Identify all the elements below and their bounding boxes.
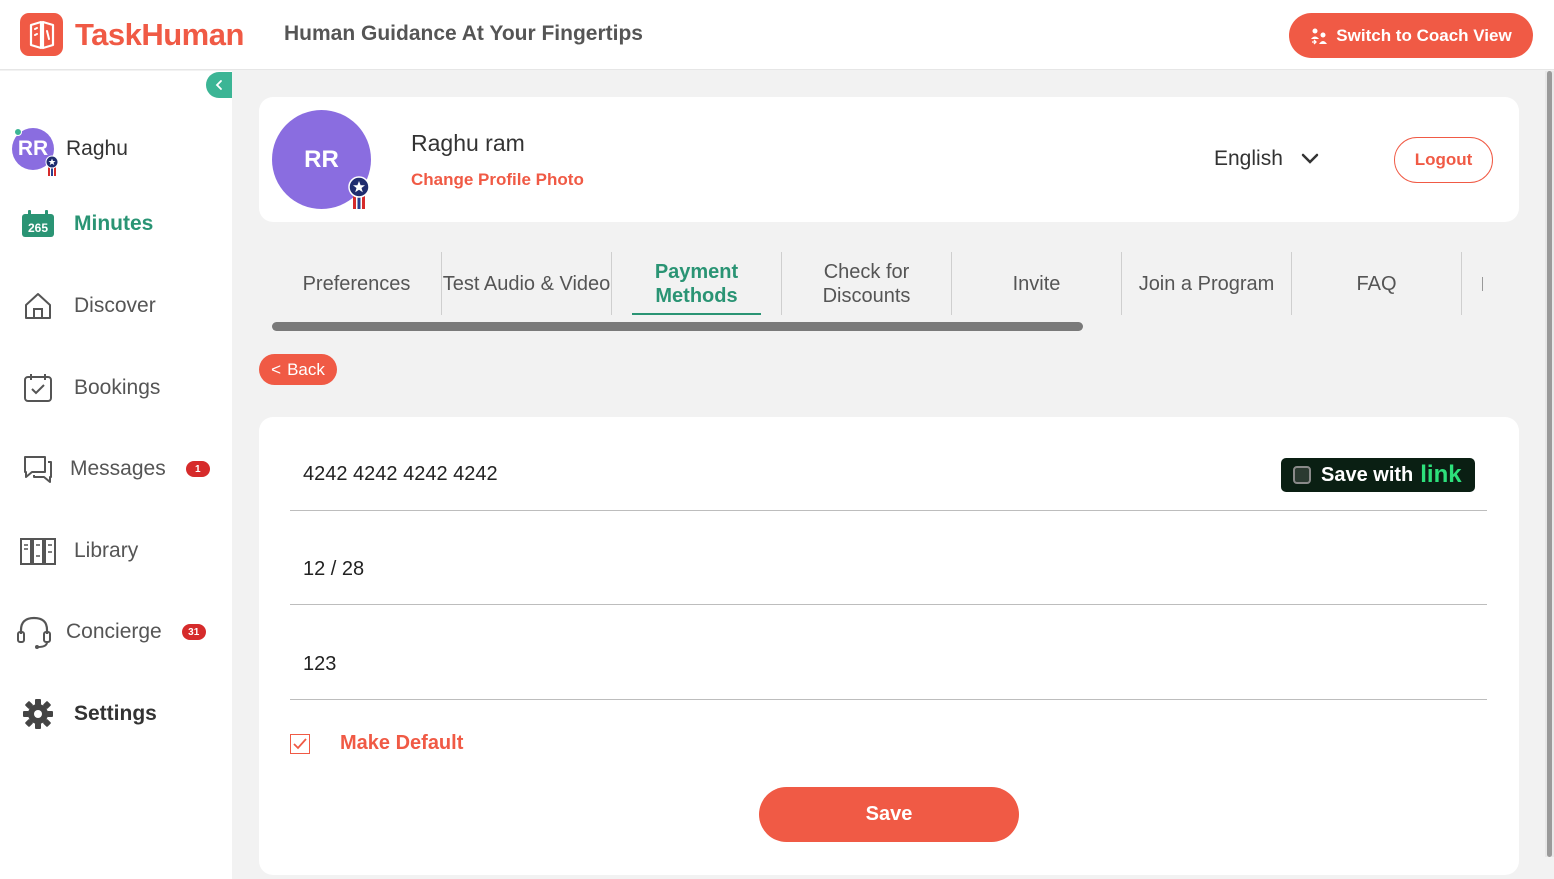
home-icon — [18, 289, 58, 323]
sidebar-item-minutes-label: Minutes — [74, 212, 154, 235]
sidebar-user-name: Raghu — [66, 137, 128, 160]
switch-to-coach-view-label: Switch to Coach View — [1336, 25, 1512, 45]
ribbon-badge-icon — [348, 176, 370, 209]
sidebar-item-minutes[interactable]: 265 Minutes — [18, 207, 153, 241]
back-button[interactable]: < Back — [259, 354, 337, 385]
sidebar-item-library[interactable]: Library — [18, 534, 138, 568]
tab-overflow-stub — [1462, 252, 1502, 315]
chevron-down-icon — [1301, 153, 1319, 164]
sidebar-item-discover-label: Discover — [74, 294, 156, 317]
sidebar-item-bookings-label: Bookings — [74, 376, 161, 399]
brand-name: TaskHuman — [75, 16, 244, 52]
minutes-calendar-icon: 265 — [18, 207, 58, 241]
sidebar-item-settings[interactable]: Settings — [18, 697, 157, 731]
profile-avatar-initials: RR — [304, 145, 339, 173]
tab-faq[interactable]: FAQ — [1292, 252, 1462, 315]
chevron-left-icon — [215, 80, 222, 90]
tab-payment-methods[interactable]: Payment Methods — [612, 252, 782, 315]
coach-switch-icon — [1311, 28, 1328, 44]
messages-unread-badge: 1 — [185, 461, 210, 477]
minutes-count: 265 — [28, 221, 48, 235]
online-status-dot — [14, 128, 22, 136]
make-default-row[interactable]: Make Default — [290, 732, 463, 755]
chevron-left-icon: < — [271, 359, 282, 379]
save-with-link-checkbox[interactable] — [1293, 466, 1311, 484]
sidebar-item-concierge[interactable]: Concierge 31 — [14, 615, 206, 649]
concierge-unread-badge: 31 — [181, 624, 206, 640]
expiry-date-field[interactable]: 12 / 28 — [290, 511, 1487, 605]
language-selector[interactable]: English — [1214, 147, 1319, 171]
payment-method-form: 4242 4242 4242 4242 Save with link 12 / … — [259, 417, 1519, 875]
ribbon-badge-icon — [45, 155, 59, 176]
card-number-field[interactable]: 4242 4242 4242 4242 Save with link — [290, 417, 1487, 511]
calendar-check-icon — [18, 371, 58, 405]
sidebar-item-messages-label: Messages — [70, 457, 166, 480]
save-with-link-label: Save with — [1321, 463, 1414, 486]
library-icon — [18, 534, 58, 568]
chat-icon — [18, 452, 58, 486]
change-profile-photo-link[interactable]: Change Profile Photo — [411, 170, 584, 190]
make-default-checkbox[interactable] — [290, 733, 310, 754]
save-button[interactable]: Save — [759, 787, 1019, 842]
cvc-value: 123 — [303, 653, 337, 675]
page-scrollbar-thumb[interactable] — [1547, 71, 1552, 857]
profile-name: Raghu ram — [411, 130, 525, 156]
checkmark-icon — [293, 737, 307, 749]
card-number-value: 4242 4242 4242 4242 — [303, 463, 498, 485]
app-header: TaskHuman Human Guidance At Your Fingert… — [0, 0, 1554, 70]
tab-invite[interactable]: Invite — [952, 252, 1122, 315]
taskhuman-logo-icon — [20, 13, 63, 56]
language-selected-value: English — [1214, 147, 1283, 170]
sidebar-item-settings-label: Settings — [74, 702, 157, 725]
switch-to-coach-view-button[interactable]: Switch to Coach View — [1289, 13, 1533, 58]
save-with-link-button[interactable]: Save with link — [1281, 458, 1475, 492]
sidebar-item-discover[interactable]: Discover — [18, 289, 156, 323]
headset-icon — [14, 615, 54, 649]
settings-tabs: Preferences Test Audio & Video Payment M… — [272, 252, 1502, 316]
gear-icon — [18, 697, 58, 731]
cvc-field[interactable]: 123 — [290, 606, 1487, 700]
back-button-label: Back — [287, 359, 325, 379]
tab-join-a-program[interactable]: Join a Program — [1122, 252, 1292, 315]
sidebar: RR Raghu 265 Minutes Discover Bookings M… — [0, 71, 232, 879]
logout-button[interactable]: Logout — [1394, 137, 1493, 183]
avatar-initials: RR — [17, 137, 49, 160]
sidebar-item-concierge-label: Concierge — [66, 620, 162, 643]
make-default-label: Make Default — [340, 732, 464, 754]
tab-test-audio-video[interactable]: Test Audio & Video — [442, 252, 612, 315]
brand-logo[interactable]: TaskHuman — [20, 13, 244, 56]
sidebar-collapse-button[interactable] — [206, 72, 232, 98]
tab-check-for-discounts[interactable]: Check for Discounts — [782, 252, 952, 315]
tab-preferences[interactable]: Preferences — [272, 252, 442, 315]
profile-card: RR Raghu ram Change Profile Photo Englis… — [259, 97, 1519, 222]
expiry-date-value: 12 / 28 — [303, 558, 365, 580]
tabs-scrollbar[interactable] — [272, 322, 1083, 331]
sidebar-item-library-label: Library — [74, 539, 139, 562]
page-tagline: Human Guidance At Your Fingertips — [284, 22, 643, 45]
avatar: RR — [12, 128, 59, 176]
link-brand-logo: link — [1420, 461, 1462, 488]
sidebar-item-messages[interactable]: Messages 1 — [18, 452, 210, 486]
sidebar-item-bookings[interactable]: Bookings — [18, 371, 160, 405]
page-scrollbar[interactable] — [1545, 71, 1554, 857]
sidebar-user[interactable]: RR Raghu — [12, 128, 128, 176]
